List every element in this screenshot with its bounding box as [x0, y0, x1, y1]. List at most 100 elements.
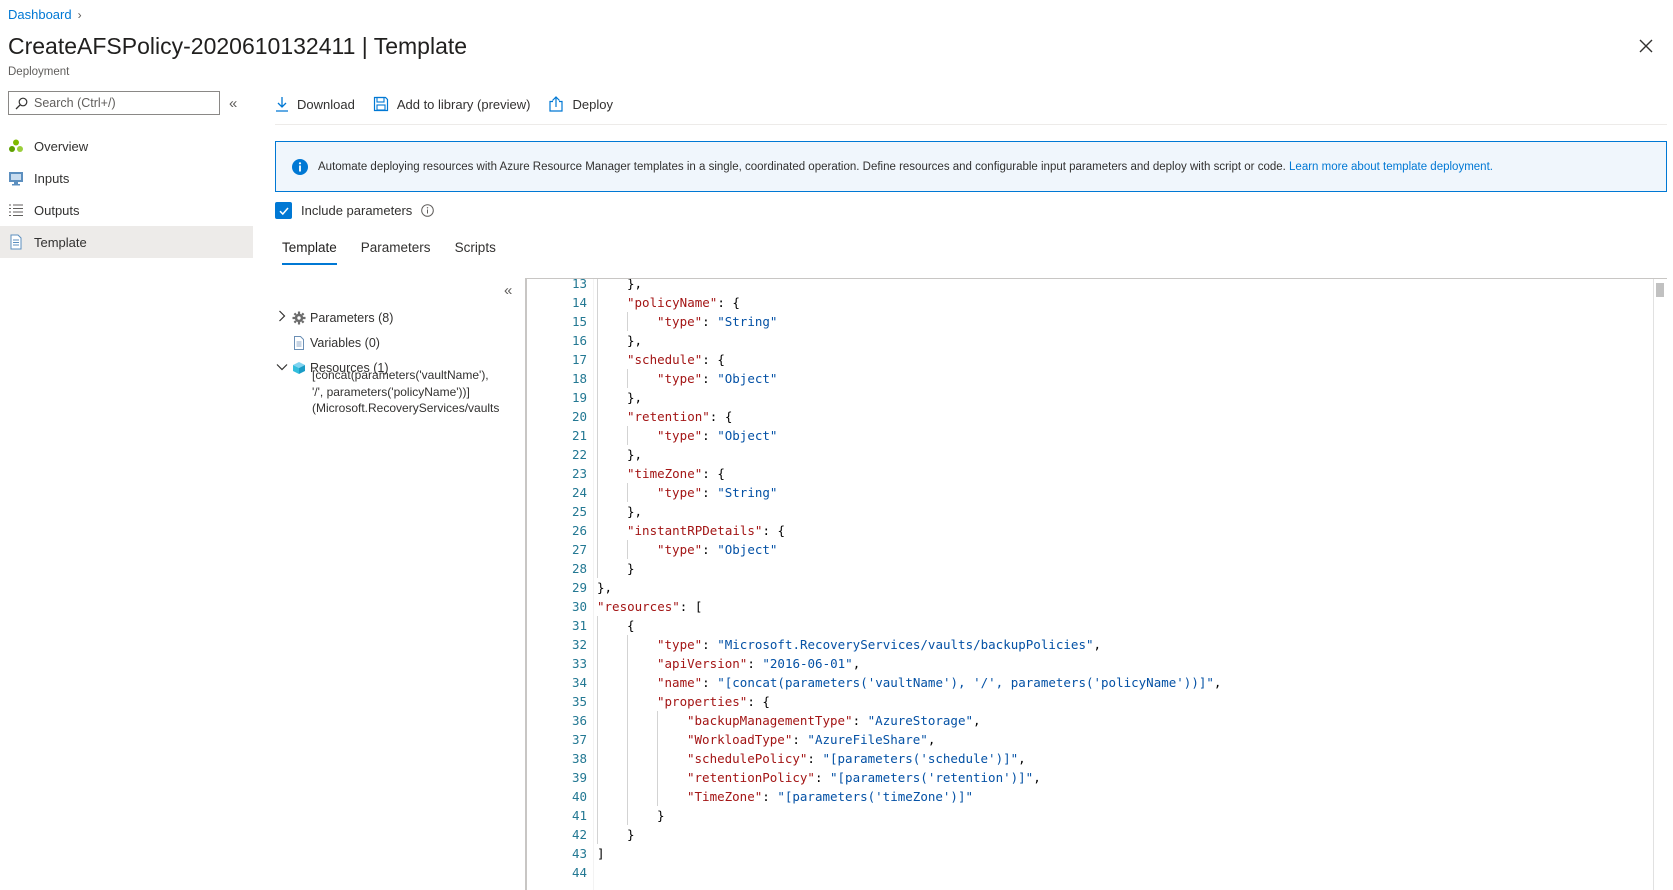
- template-icon: [8, 234, 24, 250]
- resource-line: [concat(parameters('vaultName'),: [312, 368, 489, 382]
- line-number: 25: [571, 504, 587, 519]
- code-punctuation: : [: [679, 599, 703, 614]
- code-line: "timeZone": {: [627, 464, 725, 483]
- line-number: 35: [571, 694, 587, 709]
- indent-guide: [597, 806, 598, 825]
- indent-guide: [627, 787, 628, 806]
- code-line: },: [627, 331, 642, 350]
- indent-guide: [597, 787, 598, 806]
- json-key: "resources": [597, 599, 680, 614]
- indent-guide: [657, 768, 658, 787]
- add-to-library-button[interactable]: Add to library (preview): [373, 96, 531, 112]
- code-punctuation: ]: [597, 846, 605, 861]
- line-number: 17: [571, 352, 587, 367]
- json-key: "TimeZone": [687, 789, 763, 804]
- line-number: 14: [571, 295, 587, 310]
- json-key: "schedulePolicy": [687, 751, 808, 766]
- chevron-down-icon[interactable]: [276, 362, 288, 374]
- code-line: }: [627, 559, 635, 578]
- line-number: 39: [571, 770, 587, 785]
- breadcrumb-dashboard-link[interactable]: Dashboard: [8, 7, 72, 22]
- json-key: "retention": [627, 409, 710, 424]
- learn-more-link[interactable]: Learn more about template deployment.: [1289, 161, 1493, 173]
- code-line: "name": "[concat(parameters('vaultName')…: [657, 673, 1221, 692]
- line-number: 44: [571, 865, 587, 880]
- document-icon: [294, 335, 304, 350]
- line-number: 26: [571, 523, 587, 538]
- deploy-button[interactable]: Deploy: [548, 96, 613, 112]
- json-key: "type": [657, 637, 703, 652]
- sidebar-item-outputs[interactable]: Outputs: [0, 194, 253, 226]
- indent-guide: [627, 730, 628, 749]
- sidebar-item-inputs[interactable]: Inputs: [0, 162, 253, 194]
- code-line: {: [627, 616, 635, 635]
- indent-guide: [597, 730, 598, 749]
- code-punctuation: }: [627, 827, 635, 842]
- code-line: "TimeZone": "[parameters('timeZone')]": [687, 787, 973, 806]
- tab-template[interactable]: Template: [282, 240, 337, 265]
- editor-scrollbar[interactable]: [1653, 279, 1667, 890]
- json-key: "properties": [657, 694, 748, 709]
- double-chevron-left-icon: «: [229, 95, 238, 112]
- code-punctuation: :: [702, 314, 718, 329]
- json-key: "type": [657, 542, 703, 557]
- json-key: "type": [657, 371, 703, 386]
- sidebar-item-template[interactable]: Template: [0, 226, 253, 258]
- indent-guide: [597, 407, 598, 426]
- sidebar-item-label: Template: [34, 234, 87, 250]
- info-circle-icon[interactable]: [421, 204, 435, 217]
- code-line: "WorkloadType": "AzureFileShare",: [687, 730, 935, 749]
- code-editor[interactable]: 13 14 15 16 17 18 19 20 21 22 23 24 25 26 27 28 29 30 31 32…: [525, 278, 1667, 890]
- indent-guide: [627, 673, 628, 692]
- code-line: "type": "String": [657, 483, 777, 502]
- code-punctuation: :: [762, 789, 778, 804]
- code-punctuation: :: [702, 542, 718, 557]
- indent-guide: [597, 825, 598, 844]
- code-punctuation: :: [702, 637, 718, 652]
- tree-item-variables[interactable]: Variables (0): [276, 330, 393, 355]
- json-string: "[parameters('schedule')]": [822, 751, 1019, 766]
- json-key: "schedule": [627, 352, 703, 367]
- json-string: "String": [717, 314, 778, 329]
- indent-guide: [627, 540, 628, 559]
- chevron-right-icon: ›: [77, 7, 82, 22]
- include-parameters-checkbox[interactable]: [275, 202, 292, 219]
- line-number: 42: [571, 827, 587, 842]
- close-icon: [1639, 39, 1653, 53]
- json-string: "2016-06-01": [762, 656, 853, 671]
- tree-item-parameters[interactable]: Parameters (8): [276, 305, 393, 330]
- code-punctuation: }: [627, 561, 635, 576]
- collapse-sidebar-button[interactable]: «: [229, 95, 237, 112]
- download-button[interactable]: Download: [275, 96, 355, 112]
- code-line: "type": "Microsoft.RecoveryServices/vaul…: [657, 635, 1101, 654]
- line-number: 24: [571, 485, 587, 500]
- include-parameters-label: Include parameters: [301, 203, 413, 218]
- tab-scripts[interactable]: Scripts: [455, 240, 496, 265]
- page-title: CreateAFSPolicy-2020610132411 | Template: [8, 33, 467, 60]
- scrollbar-thumb[interactable]: [1656, 283, 1664, 297]
- tree-resource-text[interactable]: [concat(parameters('vaultName'), '/', pa…: [312, 367, 527, 417]
- search-input[interactable]: [34, 96, 214, 110]
- json-string: "Object": [717, 428, 778, 443]
- add-to-library-label: Add to library (preview): [396, 96, 531, 112]
- info-icon: [292, 158, 308, 175]
- sidebar-item-overview[interactable]: Overview: [0, 130, 253, 162]
- checkmark-icon: [278, 207, 289, 215]
- sidebar-item-label: Overview: [34, 138, 89, 154]
- json-string: "AzureStorage": [867, 713, 973, 728]
- code-line: "resources": [: [597, 597, 702, 616]
- collapse-tree-button[interactable]: «: [504, 282, 512, 299]
- chevron-right-icon[interactable]: [276, 310, 288, 325]
- indent-guide: [597, 521, 598, 540]
- indent-guide: [627, 483, 628, 502]
- close-button[interactable]: [1636, 36, 1656, 56]
- command-bar: Download Add to library (preview) Deploy: [275, 96, 613, 112]
- info-text: Automate deploying resources with Azure …: [318, 160, 1286, 173]
- indent-guide: [597, 445, 598, 464]
- line-number: 28: [571, 561, 587, 576]
- json-string: "[parameters('retention')]": [830, 770, 1034, 785]
- indent-guide: [597, 559, 598, 578]
- code-punctuation: ,: [1213, 675, 1222, 690]
- tab-parameters[interactable]: Parameters: [361, 240, 431, 265]
- code-punctuation: :: [702, 371, 718, 386]
